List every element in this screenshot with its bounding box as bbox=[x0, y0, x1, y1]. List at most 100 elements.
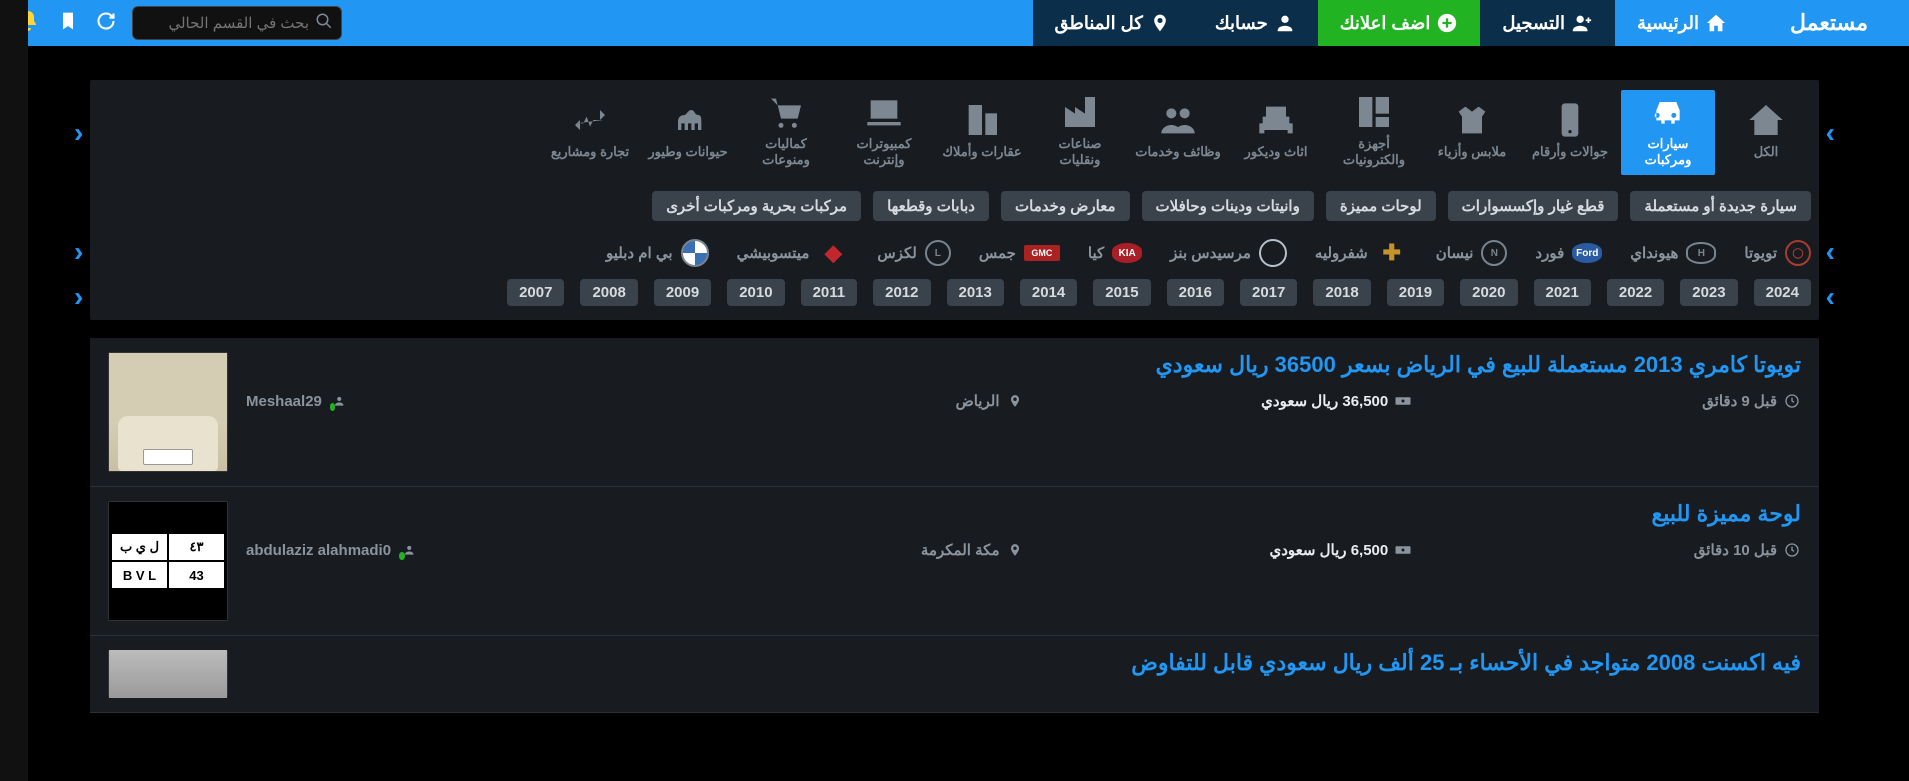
listing-row[interactable]: لوحة مميزة للبيعقبل 10 دقائق6,500 ريال س… bbox=[90, 487, 1819, 636]
chevron-right-icon[interactable]: › bbox=[1826, 117, 1835, 149]
search-input[interactable] bbox=[141, 15, 309, 32]
year-2023[interactable]: 2023 bbox=[1680, 279, 1737, 306]
category-cars[interactable]: سيارات ومركبات bbox=[1621, 90, 1715, 175]
year-2024[interactable]: 2024 bbox=[1754, 279, 1811, 306]
year-2013[interactable]: 2013 bbox=[947, 279, 1004, 306]
category-jobs[interactable]: وظائف وخدمات bbox=[1131, 98, 1225, 168]
nav-register[interactable]: التسجيل bbox=[1480, 0, 1615, 46]
brand-toyota[interactable]: ◯تويوتا bbox=[1744, 240, 1811, 266]
money-icon bbox=[1394, 392, 1412, 410]
listing-location: مكة المكرمة bbox=[635, 541, 1024, 559]
category-electronics[interactable]: أجهزة والكترونيات bbox=[1327, 90, 1421, 175]
year-2019[interactable]: 2019 bbox=[1387, 279, 1444, 306]
nav-regions[interactable]: كل المناطق bbox=[1033, 0, 1193, 46]
clothes-icon bbox=[1425, 98, 1519, 142]
year-2011[interactable]: 2011 bbox=[801, 279, 858, 306]
bookmark-icon[interactable] bbox=[58, 11, 78, 36]
category-label: أجهزة والكترونيات bbox=[1327, 134, 1421, 175]
listing-row[interactable]: فيه اكسنت 2008 متواجد في الأحساء بـ 25 أ… bbox=[90, 636, 1819, 713]
plate-ar-num: ٤٣ bbox=[168, 533, 225, 561]
brand-kia[interactable]: KIAكيا bbox=[1088, 243, 1142, 263]
user-icon bbox=[1274, 12, 1296, 34]
year-2009[interactable]: 2009 bbox=[654, 279, 711, 306]
listing-location: الرياض bbox=[635, 392, 1024, 410]
chevron-left-icon[interactable]: ‹ bbox=[74, 236, 83, 268]
chevron-right-icon[interactable]: › bbox=[1826, 281, 1835, 313]
appliance-icon bbox=[1327, 90, 1421, 134]
year-2015[interactable]: 2015 bbox=[1093, 279, 1150, 306]
brand-mitsubishi[interactable]: ◆ميتسوبيشي bbox=[737, 241, 850, 265]
category-trade[interactable]: تجارة ومشاريع bbox=[543, 98, 637, 168]
trade-icon bbox=[543, 98, 637, 142]
subcategory-pill[interactable]: معارض وخدمات bbox=[1001, 191, 1130, 221]
user-icon bbox=[397, 541, 415, 559]
year-2010[interactable]: 2010 bbox=[727, 279, 784, 306]
plate-ar-letters: ل ي ب bbox=[111, 533, 168, 561]
category-fashion[interactable]: ملابس وأزياء bbox=[1425, 98, 1519, 168]
camel-icon bbox=[641, 98, 735, 142]
year-2014[interactable]: 2014 bbox=[1020, 279, 1077, 306]
cart-icon bbox=[739, 90, 833, 134]
brand-hyundai[interactable]: Hهيونداي bbox=[1630, 242, 1716, 264]
category-all[interactable]: الكل bbox=[1719, 98, 1813, 168]
chevron-left-icon[interactable]: ‹ bbox=[74, 117, 83, 149]
subcategory-row: سيارة جديدة أو مستعملة قطع غيار وإكسسوارا… bbox=[90, 185, 1819, 231]
subcategory-pill[interactable]: لوحات مميزة bbox=[1326, 191, 1436, 221]
subcategory-pill[interactable]: سيارة جديدة أو مستعملة bbox=[1630, 191, 1811, 221]
category-animals[interactable]: حيوانات وطيور bbox=[641, 98, 735, 168]
year-2016[interactable]: 2016 bbox=[1167, 279, 1224, 306]
subcategory-pill[interactable]: دبابات وقطعها bbox=[873, 191, 989, 221]
category-label: الكل bbox=[1719, 142, 1813, 168]
search-box[interactable] bbox=[132, 6, 342, 40]
nav-home[interactable]: الرئيسية bbox=[1615, 0, 1749, 46]
listing-title[interactable]: تويوتا كامري 2013 مستعملة للبيع في الريا… bbox=[246, 352, 1801, 378]
brand-label: كيا bbox=[1088, 244, 1104, 262]
year-2017[interactable]: 2017 bbox=[1240, 279, 1297, 306]
people-icon bbox=[1131, 98, 1225, 142]
listing-row[interactable]: تويوتا كامري 2013 مستعملة للبيع في الريا… bbox=[90, 338, 1819, 487]
category-realestate[interactable]: عقارات وأملاك bbox=[935, 98, 1029, 168]
year-2018[interactable]: 2018 bbox=[1313, 279, 1370, 306]
industry-icon bbox=[1033, 90, 1127, 134]
category-accessories[interactable]: كماليات ومنوعات bbox=[739, 90, 833, 175]
listing-thumb: ٤٣ل ي ب43B V L bbox=[109, 502, 227, 620]
chevron-left-icon[interactable]: ‹ bbox=[74, 281, 83, 313]
year-2020[interactable]: 2020 bbox=[1460, 279, 1517, 306]
site-logo[interactable]: مستعمل bbox=[1749, 0, 1909, 46]
year-2007[interactable]: 2007 bbox=[507, 279, 564, 306]
refresh-icon[interactable] bbox=[96, 11, 116, 36]
brand-ford[interactable]: Fordفورد bbox=[1535, 243, 1602, 263]
subcategory-pill[interactable]: مركبات بحرية ومركبات أخرى bbox=[652, 191, 861, 221]
year-2022[interactable]: 2022 bbox=[1607, 279, 1664, 306]
category-computers[interactable]: كمبيوترات وإنترنت bbox=[837, 90, 931, 175]
nav-account[interactable]: حسابك bbox=[1193, 0, 1318, 46]
category-phones[interactable]: جوالات وأرقام bbox=[1523, 98, 1617, 168]
user-icon bbox=[328, 392, 346, 410]
listing-meta: قبل 9 دقائق36,500 ريال سعوديالرياضMeshaa… bbox=[246, 392, 1801, 410]
money-icon bbox=[1394, 541, 1412, 559]
brand-nissan[interactable]: Nنيسان bbox=[1436, 240, 1508, 266]
brand-gmc[interactable]: GMCجمس bbox=[979, 244, 1060, 262]
brand-lexus[interactable]: Lلكزس bbox=[877, 240, 950, 266]
home-icon bbox=[1705, 12, 1727, 34]
category-label: اثاث وديكور bbox=[1229, 142, 1323, 168]
listing-title[interactable]: لوحة مميزة للبيع bbox=[246, 501, 1801, 527]
plus-circle-icon bbox=[1436, 12, 1458, 34]
category-label: سيارات ومركبات bbox=[1621, 134, 1715, 175]
category-label: تجارة ومشاريع bbox=[543, 142, 637, 168]
chevron-right-icon[interactable]: › bbox=[1826, 236, 1835, 268]
year-2012[interactable]: 2012 bbox=[873, 279, 930, 306]
search-icon bbox=[315, 12, 333, 35]
category-industry[interactable]: صناعات ونقليات bbox=[1033, 90, 1127, 175]
category-label: وظائف وخدمات bbox=[1131, 142, 1225, 168]
year-2021[interactable]: 2021 bbox=[1534, 279, 1591, 306]
brand-bmw[interactable]: بي ام دبليو bbox=[606, 239, 709, 267]
nav-add-ad[interactable]: اضف اعلانك bbox=[1318, 0, 1481, 46]
subcategory-pill[interactable]: قطع غيار وإكسسوارات bbox=[1448, 191, 1619, 221]
subcategory-pill[interactable]: وانيتات ودينات وحافلات bbox=[1142, 191, 1314, 221]
year-2008[interactable]: 2008 bbox=[580, 279, 637, 306]
brand-chevrolet[interactable]: ✚شفروليه bbox=[1315, 241, 1408, 265]
brand-mercedes[interactable]: مرسيدس بنز bbox=[1170, 239, 1287, 267]
listing-title[interactable]: فيه اكسنت 2008 متواجد في الأحساء بـ 25 أ… bbox=[246, 650, 1801, 676]
category-furniture[interactable]: اثاث وديكور bbox=[1229, 98, 1323, 168]
